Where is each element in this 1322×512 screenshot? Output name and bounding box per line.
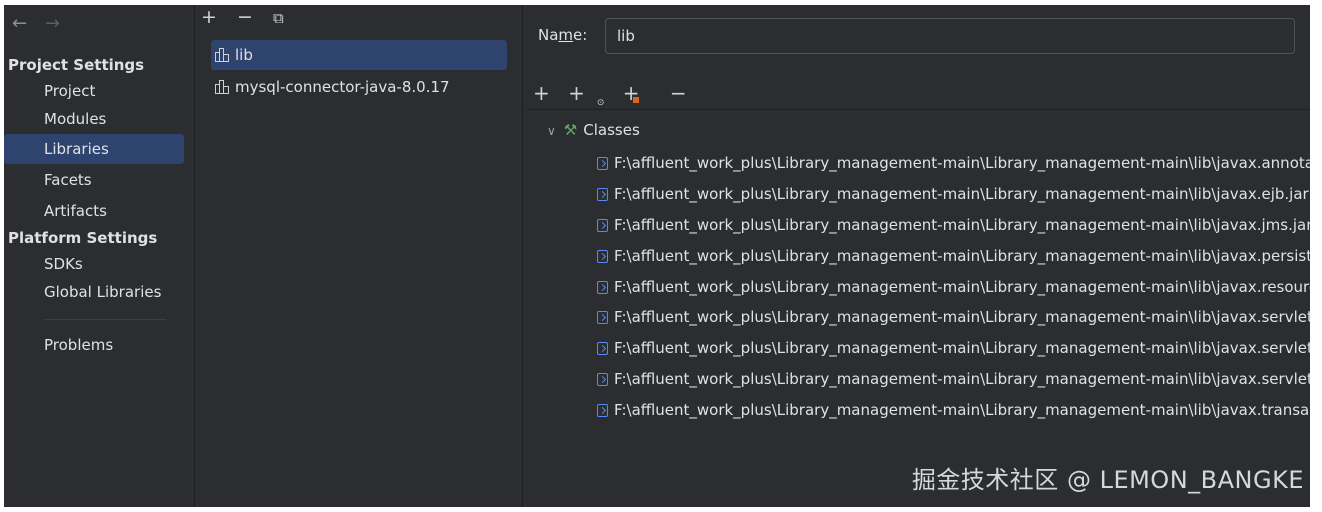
classes-label: Classes: [583, 121, 640, 139]
library-detail-pane: Name: lib + + ⊙ + − ∨ ⚒ Classes F:\affluent…: [523, 5, 1310, 507]
remove-icon[interactable]: −: [670, 81, 687, 105]
name-label: Name:: [538, 26, 588, 44]
class-entry[interactable]: F:\affluent_work_plus\Library_management…: [597, 395, 1310, 425]
nav-item-artifacts[interactable]: Artifacts: [4, 196, 184, 226]
class-path: F:\affluent_work_plus\Library_management…: [614, 247, 1310, 265]
toolbar-separator: [527, 109, 1310, 110]
project-settings-header: Project Settings: [8, 56, 145, 74]
class-entry[interactable]: F:\affluent_work_plus\Library_management…: [597, 179, 1309, 209]
class-entry[interactable]: F:\affluent_work_plus\Library_management…: [597, 148, 1310, 178]
jar-file-icon: [597, 311, 608, 324]
add-icon[interactable]: +: [201, 6, 217, 28]
class-entry[interactable]: F:\affluent_work_plus\Library_management…: [597, 302, 1310, 332]
library-icon: [215, 80, 231, 94]
copy-icon[interactable]: ⧉: [273, 9, 284, 27]
nav-item-project[interactable]: Project: [4, 76, 184, 106]
nav-arrows: ← →: [12, 13, 72, 34]
add-classes-icon[interactable]: + ⊙: [568, 81, 604, 108]
libraries-toolbar: + − ⧉: [201, 6, 298, 28]
class-path: F:\affluent_work_plus\Library_management…: [614, 216, 1310, 234]
jar-file-icon: [597, 188, 608, 201]
library-name-input[interactable]: lib: [605, 18, 1295, 54]
library-item-label: mysql-connector-java-8.0.17: [235, 78, 450, 96]
jar-file-icon: [597, 342, 608, 355]
nav-item-global-libraries[interactable]: Global Libraries: [4, 277, 184, 307]
library-item-mysql-connector[interactable]: mysql-connector-java-8.0.17: [211, 72, 507, 102]
library-item-label: lib: [235, 46, 253, 64]
add-jar-icon[interactable]: +: [623, 81, 652, 105]
chevron-down-icon[interactable]: ∨: [547, 124, 556, 138]
class-entry[interactable]: F:\affluent_work_plus\Library_management…: [597, 272, 1310, 302]
nav-item-modules[interactable]: Modules: [4, 104, 184, 134]
platform-settings-header: Platform Settings: [8, 229, 158, 247]
library-item-lib[interactable]: lib: [211, 40, 507, 70]
class-path: F:\affluent_work_plus\Library_management…: [614, 185, 1309, 203]
nav-divider: [44, 319, 166, 320]
jar-file-icon: [597, 281, 608, 294]
libraries-list-pane: + − ⧉ lib mysql-connector-java-8.0.17: [195, 5, 523, 507]
class-entry[interactable]: F:\affluent_work_plus\Library_management…: [597, 333, 1310, 363]
class-path: F:\affluent_work_plus\Library_management…: [614, 339, 1310, 357]
hammer-icon: ⚒: [563, 121, 578, 139]
project-structure-window: ← → Project Settings Project Modules Lib…: [4, 5, 1310, 507]
tree-node-classes[interactable]: ∨ ⚒ Classes: [547, 121, 640, 139]
remove-icon[interactable]: −: [237, 6, 253, 28]
jar-file-icon: [597, 219, 608, 232]
class-path: F:\affluent_work_plus\Library_management…: [614, 154, 1310, 172]
nav-item-problems[interactable]: Problems: [4, 330, 184, 360]
arrow-right-icon[interactable]: →: [45, 13, 60, 34]
class-entry[interactable]: F:\affluent_work_plus\Library_management…: [597, 210, 1310, 240]
class-path: F:\affluent_work_plus\Library_management…: [614, 278, 1310, 296]
class-entry[interactable]: F:\affluent_work_plus\Library_management…: [597, 364, 1310, 394]
classes-toolbar: + + ⊙ + −: [533, 81, 699, 108]
settings-nav-pane: ← → Project Settings Project Modules Lib…: [4, 5, 195, 507]
nav-item-sdks[interactable]: SDKs: [4, 249, 184, 279]
nav-item-facets[interactable]: Facets: [4, 165, 184, 195]
nav-item-libraries[interactable]: Libraries: [4, 134, 184, 164]
class-path: F:\affluent_work_plus\Library_management…: [614, 308, 1310, 326]
watermark: 掘金技术社区 @ LEMON_BANGKE: [911, 466, 1304, 494]
jar-file-icon: [597, 373, 608, 386]
add-icon[interactable]: +: [533, 81, 550, 105]
library-icon: [215, 48, 231, 62]
class-path: F:\affluent_work_plus\Library_management…: [614, 401, 1310, 419]
jar-file-icon: [597, 157, 608, 170]
jar-file-icon: [597, 250, 608, 263]
arrow-left-icon[interactable]: ←: [12, 13, 27, 34]
class-path: F:\affluent_work_plus\Library_management…: [614, 370, 1310, 388]
class-entry[interactable]: F:\affluent_work_plus\Library_management…: [597, 241, 1310, 271]
jar-file-icon: [597, 404, 608, 417]
